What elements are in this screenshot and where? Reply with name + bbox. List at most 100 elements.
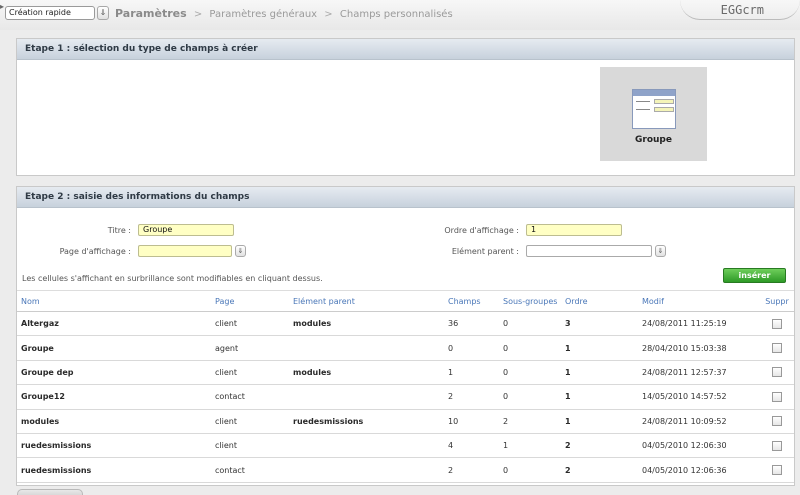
cell-sous-groupes: 0 (503, 384, 565, 410)
cell-modif: 24/08/2011 10:09:52 (642, 409, 760, 434)
delete-checkbox[interactable] (772, 343, 782, 354)
ordre-affichage-label: Ordre d'affichage : (444, 226, 519, 235)
cell-element-parent[interactable] (293, 457, 448, 483)
table-row[interactable]: Groupe agent 0 0 1 28/04/2010 15:03:38 (17, 335, 794, 361)
breadcrumb-separator: > (324, 9, 333, 20)
table-row[interactable]: ruedesmissions contact 2 0 2 04/05/2010 … (17, 457, 794, 483)
col-nom[interactable]: Nom (17, 290, 215, 312)
delete-checkbox[interactable] (772, 440, 782, 451)
cell-suppr (760, 409, 794, 434)
top-bar: ▸ Création rapide ⇓ Paramètres > Paramèt… (0, 0, 800, 30)
col-sous-groupes[interactable]: Sous-groupes (503, 290, 565, 312)
table-header-row: Nom Page Elément parent Champs Sous-grou… (17, 290, 794, 312)
table-row[interactable]: Groupe dep client modules 1 0 1 24/08/20… (17, 360, 794, 386)
cell-nom[interactable]: modules (17, 409, 215, 434)
col-suppr[interactable]: Suppr (760, 290, 794, 312)
titre-label: Titre : (107, 226, 131, 235)
cell-ordre[interactable]: 3 (565, 311, 642, 337)
cell-modif: 24/08/2011 12:57:37 (642, 360, 760, 386)
table-row[interactable]: modules client ruedesmissions 10 2 1 24/… (17, 409, 794, 434)
quick-create-select[interactable]: Création rapide (5, 6, 95, 20)
cell-element-parent[interactable] (293, 335, 448, 361)
col-page[interactable]: Page (215, 290, 293, 312)
page-dropdown-arrow-icon[interactable]: ⇓ (235, 245, 246, 257)
breadcrumb-separator: > (193, 9, 203, 20)
col-modif[interactable]: Modif (642, 290, 760, 312)
element-parent-select[interactable] (526, 245, 652, 257)
page-affichage-field[interactable] (138, 245, 232, 257)
table-row[interactable]: Groupe12 contact 2 0 1 14/05/2010 14:57:… (17, 384, 794, 410)
element-parent-label: Elément parent : (451, 247, 519, 256)
cell-element-parent[interactable]: modules (293, 360, 448, 386)
cell-modif: 04/05/2010 12:06:36 (642, 457, 760, 483)
cell-champs: 4 (448, 433, 503, 459)
cell-ordre[interactable]: 2 (565, 433, 642, 459)
cell-sous-groupes: 2 (503, 409, 565, 434)
titre-field[interactable]: Groupe (138, 224, 234, 236)
delete-checkbox[interactable] (772, 416, 782, 427)
ordre-affichage-field[interactable]: 1 (526, 224, 622, 236)
insert-button[interactable]: insérer (723, 268, 786, 283)
delete-checkbox[interactable] (772, 391, 782, 402)
parent-dropdown-arrow-icon[interactable]: ⇓ (655, 245, 666, 257)
cell-nom[interactable]: ruedesmissions (17, 433, 215, 459)
col-ordre[interactable]: Ordre (565, 290, 642, 312)
breadcrumb-item-parametres-generaux[interactable]: Paramètres généraux (209, 9, 317, 20)
field-type-groupe[interactable]: Groupe (600, 67, 707, 161)
table-row[interactable]: ruedesmissions client 4 1 2 04/05/2010 1… (17, 433, 794, 459)
table-row[interactable]: Altergaz client modules 36 0 3 24/08/201… (17, 311, 794, 337)
cell-nom[interactable]: Groupe12 (17, 384, 215, 410)
cell-nom[interactable]: ruedesmissions (17, 457, 215, 483)
bottom-tab-button[interactable] (17, 489, 83, 495)
app-logo: EGGcrm (720, 3, 764, 17)
cell-ordre[interactable]: 1 (565, 360, 642, 386)
cell-element-parent[interactable]: modules (293, 311, 448, 337)
delete-checkbox[interactable] (772, 318, 782, 329)
cell-page[interactable]: client (215, 360, 293, 386)
cell-ordre[interactable]: 1 (565, 409, 642, 434)
cell-champs: 0 (448, 335, 503, 361)
step1-title: Etape 1 : sélection du type de champs à … (17, 39, 794, 60)
cell-page[interactable]: contact (215, 384, 293, 410)
breadcrumb-item-champs-personnalises: Champs personnalisés (339, 9, 453, 20)
step2-title: Etape 2 : saisie des informations du cha… (17, 187, 794, 208)
cell-champs: 2 (448, 457, 503, 483)
cell-nom[interactable]: Groupe dep (17, 360, 215, 386)
delete-checkbox[interactable] (772, 465, 782, 476)
cell-page[interactable]: client (215, 433, 293, 459)
cell-sous-groupes: 0 (503, 311, 565, 337)
cell-champs: 36 (448, 311, 503, 337)
cell-ordre[interactable]: 1 (565, 384, 642, 410)
cell-element-parent[interactable] (293, 433, 448, 459)
cell-suppr (760, 433, 794, 459)
cell-page[interactable]: client (215, 311, 293, 337)
cell-modif: 28/04/2010 15:03:38 (642, 335, 760, 361)
cell-champs: 1 (448, 360, 503, 386)
cell-page[interactable]: client (215, 409, 293, 434)
cell-champs: 2 (448, 384, 503, 410)
delete-checkbox[interactable] (772, 367, 782, 378)
field-type-label: Groupe (635, 135, 672, 145)
group-form-icon (632, 89, 676, 129)
step2-panel: Etape 2 : saisie des informations du cha… (16, 186, 795, 486)
cell-nom[interactable]: Altergaz (17, 311, 215, 337)
breadcrumb-item-parametres[interactable]: Paramètres (115, 7, 187, 20)
col-champs[interactable]: Champs (448, 290, 503, 312)
cell-champs: 10 (448, 409, 503, 434)
cell-suppr (760, 311, 794, 337)
col-element-parent[interactable]: Elément parent (293, 290, 448, 312)
cell-suppr (760, 335, 794, 361)
cell-element-parent[interactable]: ruedesmissions (293, 409, 448, 434)
cell-sous-groupes: 0 (503, 360, 565, 386)
dropdown-arrow-icon[interactable]: ⇓ (97, 6, 109, 20)
cell-suppr (760, 384, 794, 410)
cell-ordre[interactable]: 1 (565, 335, 642, 361)
cell-element-parent[interactable] (293, 384, 448, 410)
cell-ordre[interactable]: 2 (565, 457, 642, 483)
cell-page[interactable]: contact (215, 457, 293, 483)
cell-sous-groupes: 0 (503, 457, 565, 483)
cell-modif: 04/05/2010 12:06:30 (642, 433, 760, 459)
cell-nom[interactable]: Groupe (17, 335, 215, 361)
cell-page[interactable]: agent (215, 335, 293, 361)
breadcrumb: Paramètres > Paramètres généraux > Champ… (115, 6, 453, 22)
